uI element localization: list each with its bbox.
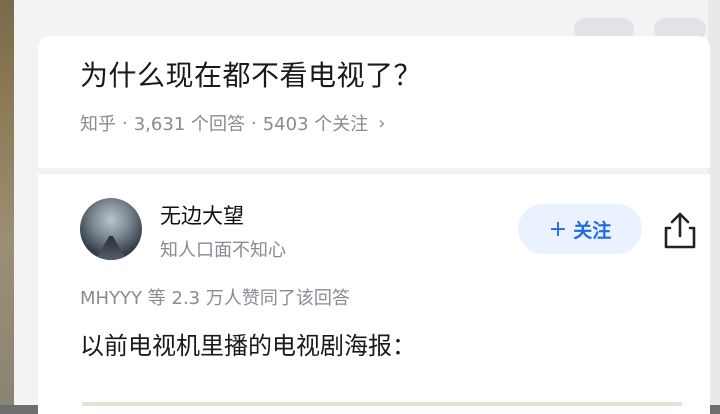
answer-body-text[interactable]: 以前电视机里播的电视剧海报：: [80, 326, 416, 361]
plus-icon: +: [548, 216, 568, 242]
answers-count: 3,631 个回答: [133, 114, 245, 135]
question-meta[interactable]: 知乎 · 3,631 个回答 · 5403 个关注 ›: [80, 110, 385, 136]
upvote-summary: MHYYY 等 2.3 万人赞同了该回答: [80, 288, 350, 309]
meta-separator: ·: [251, 112, 257, 134]
meta-separator: ·: [122, 112, 128, 134]
chevron-right-icon[interactable]: ›: [378, 113, 385, 134]
question-title[interactable]: 为什么现在都不看电视了？: [80, 54, 422, 94]
follow-label: 关注: [573, 219, 612, 242]
source-label: 知乎: [80, 114, 116, 135]
follow-button[interactable]: + 关注: [518, 204, 642, 254]
background-strip-left: [0, 0, 14, 405]
top-bar-remnant: [54, 0, 708, 40]
question-card[interactable]: 为什么现在都不看电视了？ 知乎 · 3,631 个回答 · 5403 个关注 ›: [38, 36, 710, 168]
followers-count: 5403 个关注: [262, 114, 369, 135]
author-name[interactable]: 无边大望: [160, 200, 244, 230]
avatar[interactable]: [80, 198, 142, 260]
answer-image-top-edge: [82, 402, 682, 406]
author-bio: 知人口面不知心: [160, 240, 286, 261]
answer-card: 无边大望 知人口面不知心 + 关注 MHYYY 等 2.3 万人赞同了该回答 以…: [38, 174, 710, 414]
share-icon[interactable]: [662, 210, 698, 250]
app-screen: 为什么现在都不看电视了？ 知乎 · 3,631 个回答 · 5403 个关注 ›…: [14, 0, 710, 414]
avatar-road-image: [94, 236, 128, 260]
